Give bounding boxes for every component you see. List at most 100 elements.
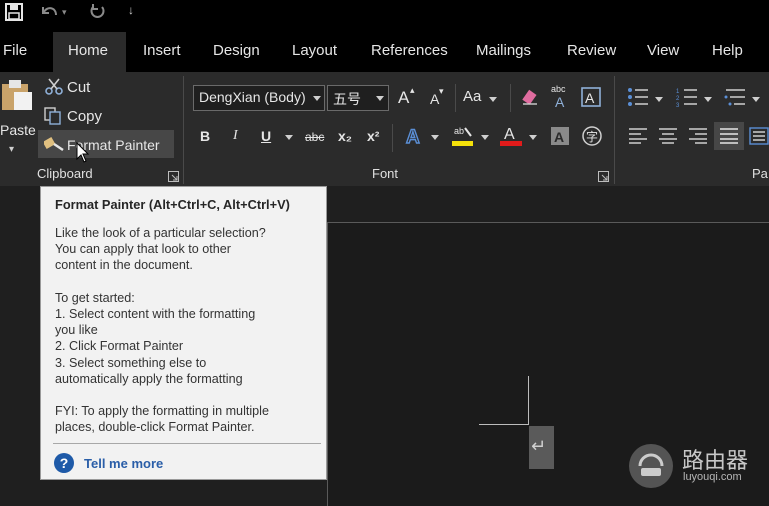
tooltip-line: 2. Click Format Painter [55,339,184,353]
font-size-value: 五号 [333,91,361,107]
character-shading-icon[interactable]: A [550,126,570,151]
tab-insert[interactable]: Insert [143,42,181,59]
watermark-url: luyouqi.com [683,471,742,483]
bullets-icon[interactable] [627,87,649,112]
tooltip-line: FYI: To apply the formatting in multiple [55,404,269,418]
undo-icon[interactable] [39,3,59,26]
highlight-color-icon[interactable]: ab [452,124,474,153]
svg-text:2: 2 [676,96,680,102]
paste-icon[interactable] [0,78,34,117]
tooltip-title: Format Painter (Alt+Ctrl+C, Alt+Ctrl+V) [55,197,290,212]
enclose-characters-icon[interactable]: 字 [581,125,603,152]
format-painter-icon[interactable] [42,136,64,157]
paragraph-group-label: Pa [752,166,768,181]
paste-dropdown-icon[interactable]: ▾ [9,144,14,155]
cut-button[interactable]: Cut [67,79,90,96]
font-color-icon[interactable]: A [500,124,522,153]
tab-help[interactable]: Help [712,42,743,59]
copy-button[interactable]: Copy [67,108,102,125]
ribbon: Paste ▾ Cut Copy Format Painter Clipboar… [0,72,769,186]
margin-crop-mark-vertical [528,376,529,425]
highlight-dropdown-icon[interactable] [481,135,489,140]
font-name-combobox[interactable]: DengXian (Body) [193,85,325,111]
tooltip-line: You can apply that look to other [55,242,231,256]
font-separator-3 [392,124,393,152]
copy-icon[interactable] [44,107,62,130]
superscript-button[interactable]: x² [367,128,379,144]
margin-crop-mark-horizontal [479,424,529,425]
group-separator [183,76,184,184]
bold-button[interactable]: B [200,128,210,144]
multilevel-dropdown-icon[interactable] [752,97,760,102]
numbering-icon[interactable]: 123 [676,87,698,112]
tab-mailings[interactable]: Mailings [476,42,531,59]
tab-design[interactable]: Design [213,42,260,59]
font-color-dropdown-icon[interactable] [529,135,537,140]
tab-layout[interactable]: Layout [292,42,337,59]
align-left-icon[interactable] [628,127,648,150]
tooltip-line: content in the document. [55,258,193,272]
strikethrough-button[interactable]: abc [305,130,324,144]
font-name-dropdown-icon[interactable] [313,96,321,101]
tooltip-line: automatically apply the formatting [55,372,243,386]
change-case-dropdown-icon[interactable] [489,97,497,102]
tab-home[interactable]: Home [68,42,108,59]
cut-icon[interactable] [45,78,63,101]
svg-text:A: A [504,126,515,143]
subscript-button[interactable]: x₂ [338,128,352,144]
svg-text:A: A [585,90,595,106]
tooltip-line: places, double-click Format Painter. [55,420,255,434]
font-separator [455,84,456,112]
customize-toolbar-icon[interactable]: ↓ [128,3,134,17]
ribbon-tabs: File Home Insert Design Layout Reference… [0,28,769,72]
tooltip-line: 1. Select content with the formatting [55,307,256,321]
justify-icon[interactable] [719,127,739,150]
clear-formatting-icon[interactable] [521,88,541,111]
clipboard-launcher-icon[interactable] [168,169,179,187]
svg-text:1: 1 [676,89,680,95]
tab-file[interactable]: File [3,42,27,59]
numbering-dropdown-icon[interactable] [704,97,712,102]
multilevel-list-icon[interactable] [724,87,746,112]
tooltip-divider [53,443,321,444]
distributed-icon[interactable] [749,127,769,150]
svg-text:字: 字 [586,129,598,144]
tooltip-line: To get started: [55,291,135,305]
group-separator-2 [614,76,615,184]
text-effects-dropdown-icon[interactable] [431,135,439,140]
svg-text:A: A [555,94,565,109]
mouse-cursor-icon [76,141,90,169]
font-size-dropdown-icon[interactable] [376,96,384,101]
tab-references[interactable]: References [371,42,448,59]
text-effects-icon[interactable]: A [405,124,427,153]
paste-button[interactable]: Paste [0,122,36,138]
align-right-icon[interactable] [688,127,708,150]
underline-dropdown-icon[interactable] [285,135,293,140]
font-name-value: DengXian (Body) [199,89,306,105]
format-painter-tooltip: Format Painter (Alt+Ctrl+C, Alt+Ctrl+V) … [40,186,327,480]
tell-me-more-link[interactable]: Tell me more [84,456,163,471]
tab-review[interactable]: Review [567,42,616,59]
shrink-font-button[interactable]: A [430,91,439,107]
router-logo-icon [628,443,674,494]
character-border-icon[interactable]: A [581,87,601,112]
font-launcher-icon[interactable] [598,169,609,187]
italic-button[interactable]: I [233,128,238,144]
svg-text:ab: ab [454,126,464,136]
grow-font-button[interactable]: A [398,88,409,108]
svg-text:A: A [554,129,564,145]
svg-text:abc: abc [551,84,566,94]
tab-view[interactable]: View [647,42,679,59]
redo-icon[interactable] [88,3,106,26]
help-icon[interactable]: ? [54,453,74,473]
change-case-button[interactable]: Aa [463,88,481,105]
bullets-dropdown-icon[interactable] [655,97,663,102]
font-group-label: Font [372,166,399,181]
undo-dropdown-icon[interactable]: ▾ [62,7,67,18]
tooltip-line: you like [55,323,98,337]
align-center-icon[interactable] [658,127,678,150]
save-icon[interactable] [5,3,23,26]
phonetic-guide-icon[interactable]: abc A [550,83,570,114]
font-separator-2 [510,84,511,112]
underline-button[interactable]: U [261,128,271,144]
